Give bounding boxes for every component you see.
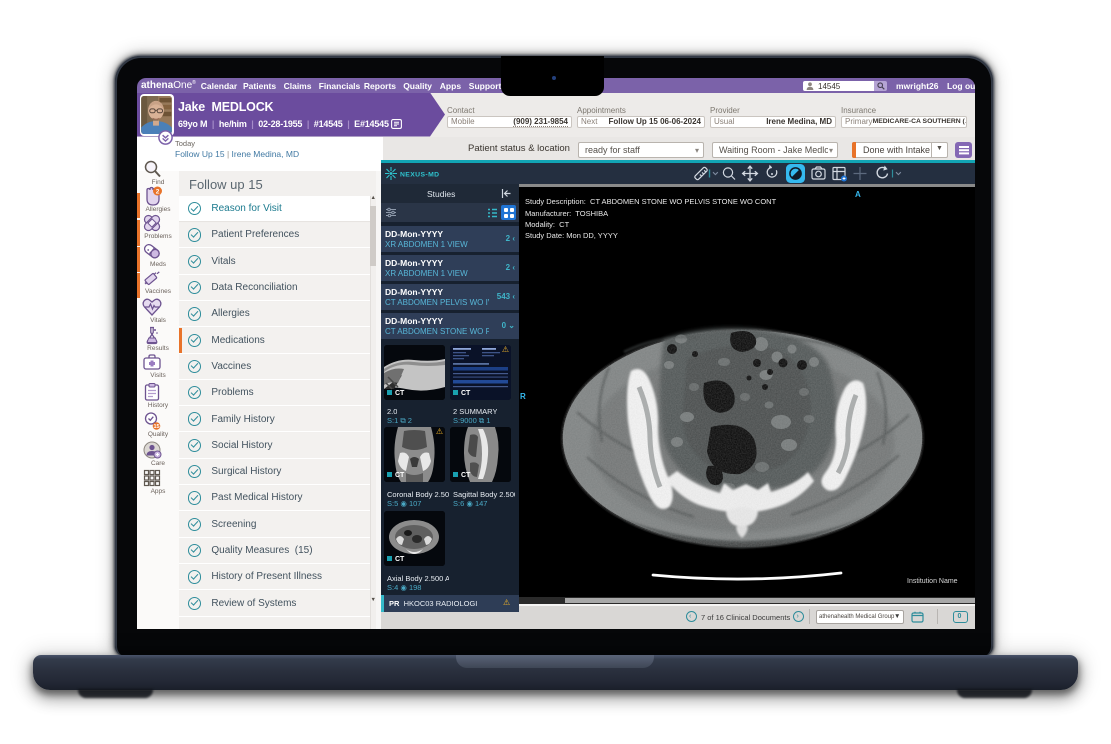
svg-text:NEXUS-MD: NEXUS-MD bbox=[400, 172, 439, 179]
svg-text:15: 15 bbox=[153, 424, 159, 430]
svg-text:2: 2 bbox=[156, 188, 160, 195]
